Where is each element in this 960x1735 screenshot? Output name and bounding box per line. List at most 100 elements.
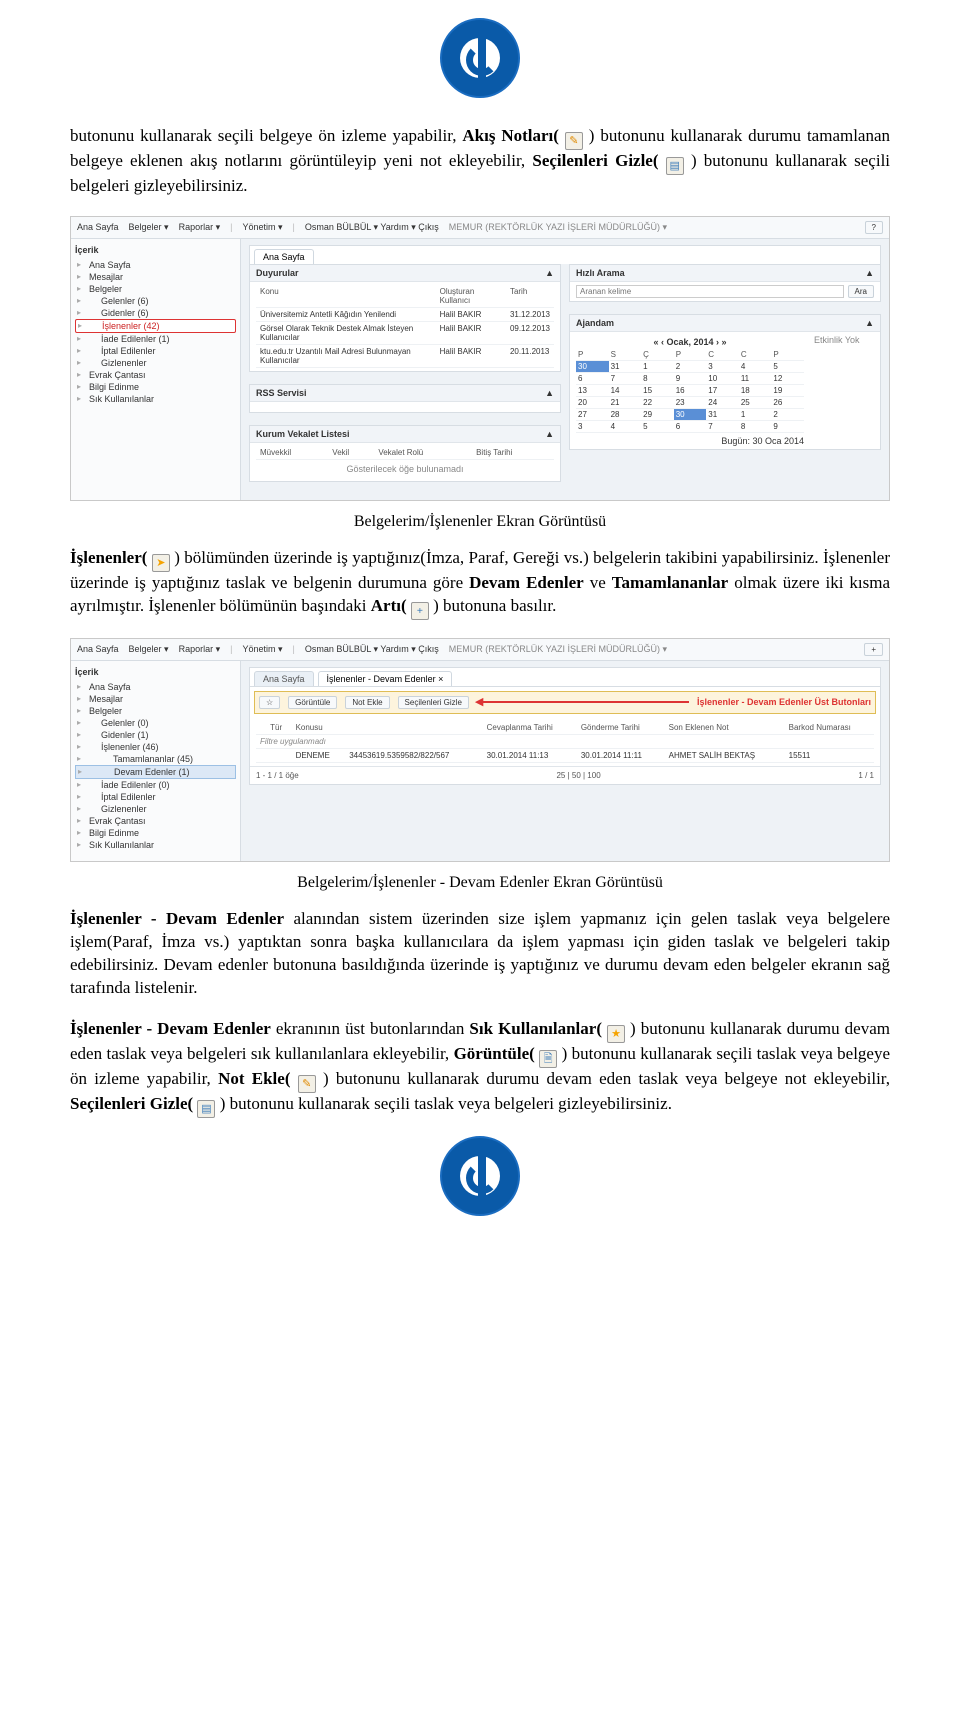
tree-node[interactable]: İade Edilenler (0) bbox=[75, 779, 236, 791]
panel-vekalet: Kurum Vekalet Listesi ▲ MüvekkilVekilVeka… bbox=[249, 425, 561, 482]
s1-user[interactable]: Osman BÜLBÜL ▾ Yardım ▾ Çıkış bbox=[305, 222, 439, 233]
p4-text-5: ) butonunu kullanarak seçili taslak veya… bbox=[220, 1094, 672, 1113]
p4-bold-goruntule: Görüntüle( bbox=[454, 1044, 535, 1063]
tree-node[interactable]: İptal Edilenler bbox=[75, 791, 236, 803]
top-logo bbox=[70, 18, 890, 103]
tree-node[interactable]: Sık Kullanılanlar bbox=[75, 839, 236, 851]
s1-role[interactable]: MEMUR (REKTÖRLÜK YAZI İŞLERİ MÜDÜRLÜĞÜ) … bbox=[449, 222, 667, 233]
btn-goruntule[interactable]: Görüntüle bbox=[288, 696, 337, 709]
vekalet-empty: Gösterilecek öğe bulunamadı bbox=[256, 460, 554, 478]
tree-node[interactable]: Gidenler (1) bbox=[75, 729, 236, 741]
tree-node[interactable]: Sık Kullanılanlar bbox=[75, 393, 236, 405]
p2-bold-tamamlananlar: Tamamlananlar bbox=[612, 573, 729, 592]
tree-node[interactable]: Belgeler bbox=[75, 283, 236, 295]
tree-node[interactable]: Belgeler bbox=[75, 705, 236, 717]
s1-sidebar-header: İçerik bbox=[75, 245, 236, 255]
tree-node[interactable]: İptal Edilenler bbox=[75, 345, 236, 357]
tree-node[interactable]: Ana Sayfa bbox=[75, 259, 236, 271]
devam-edenler-table: TürKonusuCevaplanma TarihiGönderme Tarih… bbox=[256, 721, 874, 763]
tree-node[interactable]: Bilgi Edinme bbox=[75, 381, 236, 393]
tree-node[interactable]: Bilgi Edinme bbox=[75, 827, 236, 839]
s2-menu-item[interactable]: Ana Sayfa bbox=[77, 644, 119, 654]
tab-devam-edenler[interactable]: İşlenenler - Devam Edenler × bbox=[318, 671, 453, 686]
tree-node[interactable]: İşlenenler (42) bbox=[75, 319, 236, 333]
calendar-no-event: Etkinlik Yok bbox=[814, 335, 874, 446]
search-button[interactable]: Ara bbox=[848, 285, 874, 298]
hide-sheet-icon bbox=[197, 1100, 215, 1118]
pager-left: 1 - 1 / 1 öğe bbox=[256, 771, 299, 780]
search-input[interactable] bbox=[576, 285, 844, 298]
tree-node[interactable]: Gidenler (6) bbox=[75, 307, 236, 319]
btn-not-ekle[interactable]: Not Ekle bbox=[345, 696, 389, 709]
tree-node[interactable]: İade Edilenler (1) bbox=[75, 333, 236, 345]
p2-text-2: ve bbox=[590, 573, 612, 592]
panel-title: Hızlı Arama bbox=[576, 268, 625, 278]
p4-bold-gizle: Seçilenleri Gizle( bbox=[70, 1094, 193, 1113]
s1-tabstrip: Ana Sayfa bbox=[249, 245, 881, 264]
tree-node[interactable]: İşlenenler (46) bbox=[75, 741, 236, 753]
p1-text-1: butonunu kullanarak seçili belgeye ön iz… bbox=[70, 126, 462, 145]
collapse-icon[interactable]: ▲ bbox=[545, 388, 554, 398]
vekalet-table: MüvekkilVekilVekalet RolüBitiş Tarihi bbox=[256, 446, 554, 460]
s1-menu-item[interactable]: Raporlar ▾ bbox=[179, 222, 221, 233]
help-icon[interactable]: + bbox=[864, 643, 883, 656]
red-label: İşlenenler - Devam Edenler Üst Butonları bbox=[697, 697, 871, 707]
collapse-icon[interactable]: ▲ bbox=[545, 429, 554, 439]
p4-text-1: ekranının üst butonlarından bbox=[276, 1019, 470, 1038]
panel-rss: RSS Servisi▲ bbox=[249, 384, 561, 413]
panel-title: Ajandam bbox=[576, 318, 614, 328]
p4-bold-sik: Sık Kullanılanlar( bbox=[469, 1019, 602, 1038]
plus-icon bbox=[411, 602, 429, 620]
tree-node[interactable]: Gelenler (6) bbox=[75, 295, 236, 307]
intro-paragraph-3: İşlenenler - Devam Edenler alanından sis… bbox=[70, 908, 890, 1000]
s2-user[interactable]: Osman BÜLBÜL ▾ Yardım ▾ Çıkış bbox=[305, 644, 439, 655]
p4-bold-1: İşlenenler - Devam Edenler bbox=[70, 1019, 271, 1038]
tree-node[interactable]: Tamamlananlar (45) bbox=[75, 753, 236, 765]
s2-menu-item[interactable]: Raporlar ▾ bbox=[179, 644, 221, 655]
p2-text-4: ) butonuna basılır. bbox=[433, 596, 556, 615]
tree-node[interactable]: Gelenler (0) bbox=[75, 717, 236, 729]
s1-menu-item[interactable]: Ana Sayfa bbox=[77, 222, 119, 232]
tree-node[interactable]: Gizlenenler bbox=[75, 803, 236, 815]
tree-node[interactable]: Gizlenenler bbox=[75, 357, 236, 369]
panel-hizli-arama: Hızlı Arama ▲ Ara bbox=[569, 264, 881, 302]
hide-sheet-icon bbox=[666, 157, 684, 175]
pencil-icon bbox=[565, 132, 583, 150]
intro-paragraph-4: İşlenenler - Devam Edenler ekranının üst… bbox=[70, 1018, 890, 1118]
p2-bold-islenenler: İşlenenler( bbox=[70, 548, 147, 567]
tab-anasayfa[interactable]: Ana Sayfa bbox=[254, 249, 314, 264]
tree-node[interactable]: Ana Sayfa bbox=[75, 681, 236, 693]
collapse-icon[interactable]: ▲ bbox=[865, 318, 874, 328]
s2-menu-item[interactable]: Yönetim ▾ bbox=[242, 644, 282, 655]
duyurular-table: KonuOluşturan KullanıcıTarihÜniversitemi… bbox=[256, 285, 554, 368]
panel-title: Kurum Vekalet Listesi bbox=[256, 429, 350, 439]
tree-node[interactable]: Mesajlar bbox=[75, 271, 236, 283]
btn-sik-kullanilanlar[interactable]: ☆ bbox=[259, 696, 280, 709]
collapse-icon[interactable]: ▲ bbox=[545, 268, 554, 278]
tab-anasayfa[interactable]: Ana Sayfa bbox=[254, 671, 314, 686]
screenshot-2: Ana Sayfa Belgeler ▾ Raporlar ▾ | Yöneti… bbox=[70, 638, 890, 862]
calendar[interactable]: PSÇPCCP303112345678910111213141516171819… bbox=[576, 349, 804, 433]
p4-text-4: ) butonunu kullanarak durumu devam eden … bbox=[323, 1069, 890, 1088]
s1-sidebar: İçerik Ana SayfaMesajlarBelgelerGelenler… bbox=[71, 239, 241, 500]
p2-bold-arti: Artı( bbox=[371, 596, 407, 615]
p2-bold-devam: Devam Edenler bbox=[469, 573, 584, 592]
panel-duyurular: Duyurular▲ KonuOluşturan KullanıcıTarihÜ… bbox=[249, 264, 561, 372]
collapse-icon[interactable]: ▲ bbox=[865, 268, 874, 278]
intro-paragraph-2: İşlenenler( ) bölümünden üzerinde iş yap… bbox=[70, 547, 890, 620]
s2-role[interactable]: MEMUR (REKTÖRLÜK YAZI İŞLERİ MÜDÜRLÜĞÜ) … bbox=[449, 644, 667, 655]
pager-pagesize[interactable]: 25 | 50 | 100 bbox=[556, 771, 600, 780]
tree-node[interactable]: Devam Edenler (1) bbox=[75, 765, 236, 779]
s2-sidebar-header: İçerik bbox=[75, 667, 236, 677]
s1-menu-item[interactable]: Yönetim ▾ bbox=[242, 222, 282, 233]
tree-node[interactable]: Mesajlar bbox=[75, 693, 236, 705]
star-icon bbox=[607, 1025, 625, 1043]
btn-secilenleri-gizle[interactable]: Seçilenleri Gizle bbox=[398, 696, 469, 709]
tree-node[interactable]: Evrak Çantası bbox=[75, 369, 236, 381]
help-icon[interactable]: ? bbox=[865, 221, 883, 234]
tree-node[interactable]: Evrak Çantası bbox=[75, 815, 236, 827]
caption-2: Belgelerim/İşlenenler - Devam Edenler Ek… bbox=[70, 874, 890, 892]
s2-menu-item[interactable]: Belgeler ▾ bbox=[129, 644, 169, 655]
screenshot-1: Ana Sayfa Belgeler ▾ Raporlar ▾ | Yöneti… bbox=[70, 216, 890, 501]
s1-menu-item[interactable]: Belgeler ▾ bbox=[129, 222, 169, 233]
